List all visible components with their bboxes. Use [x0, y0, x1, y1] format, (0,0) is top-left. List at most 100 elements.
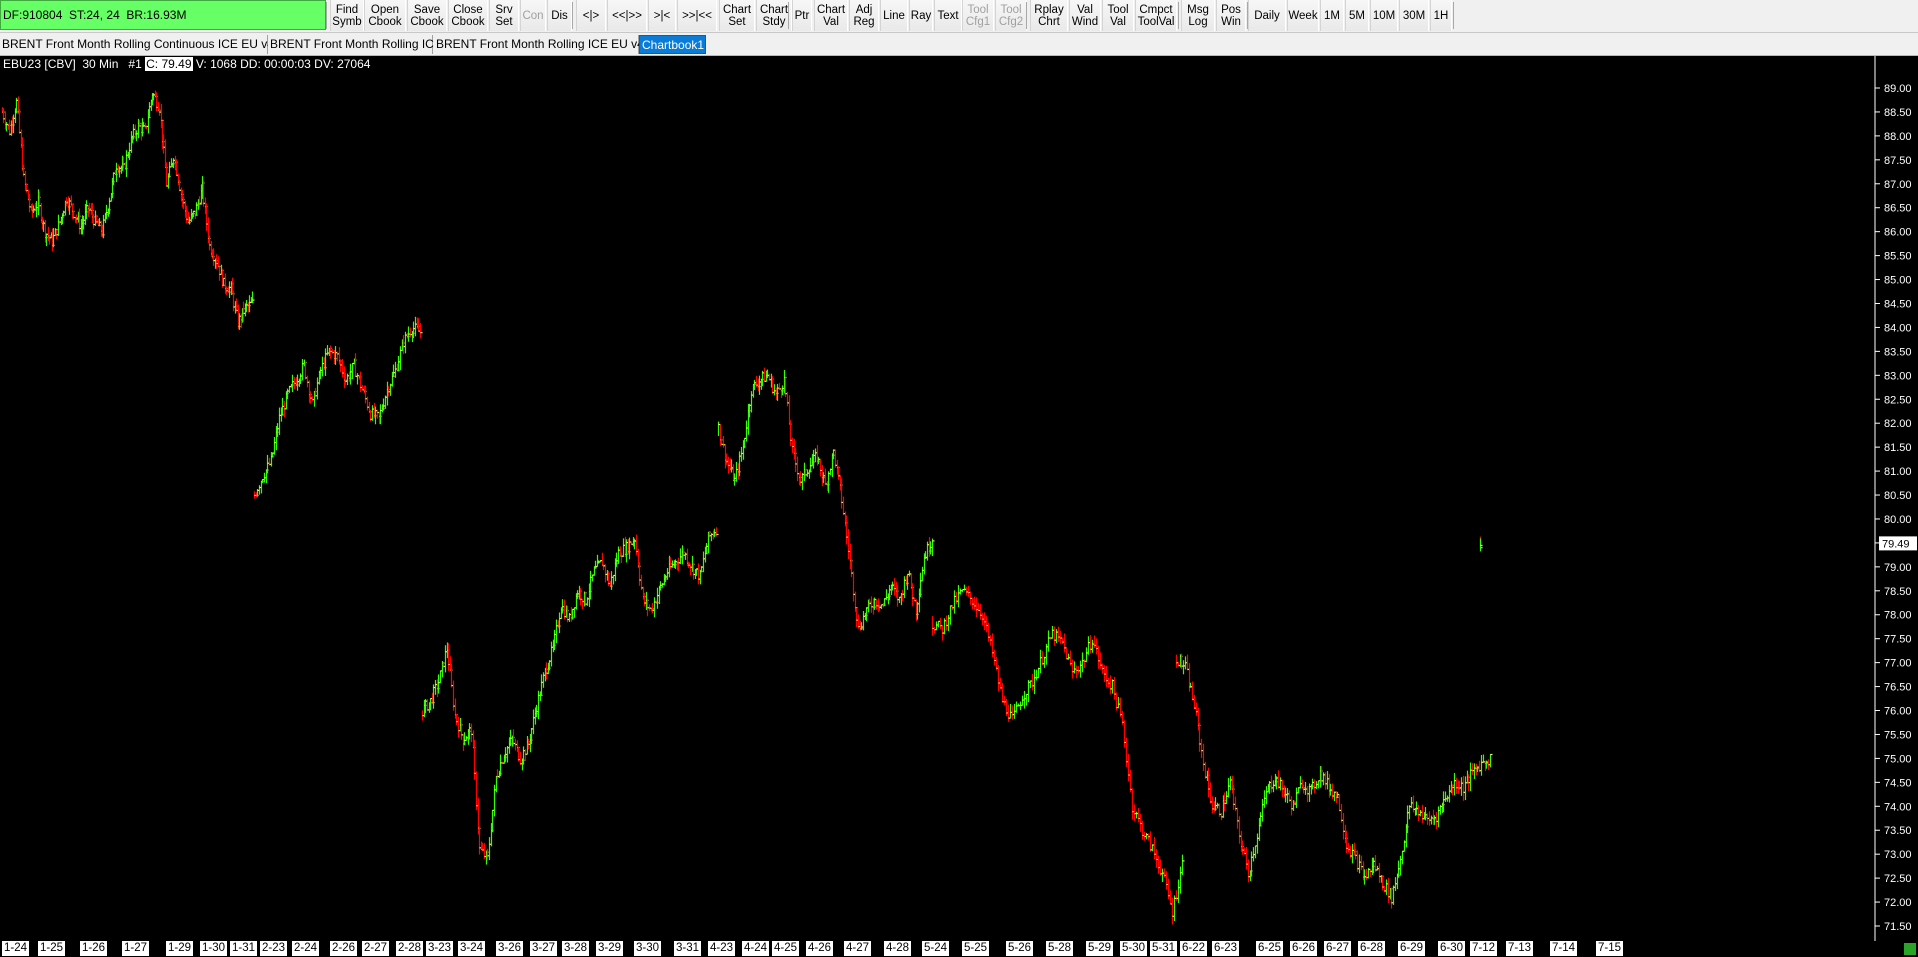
button-label: Win: [1221, 15, 1241, 28]
time-axis-label: 6-26: [1290, 941, 1318, 956]
button-label: 1H: [1433, 9, 1449, 22]
toolbar-separator: [1247, 2, 1248, 29]
adjust-region-button[interactable]: Adj Reg: [849, 0, 879, 31]
time-axis-label: 1-27: [122, 941, 150, 956]
button-label: <<|>>: [612, 9, 642, 22]
time-axis-label: 2-23: [260, 941, 288, 956]
time-axis-label: 6-27: [1324, 941, 1352, 956]
time-axis-label: 6-29: [1398, 941, 1426, 956]
button-label: Msg: [1187, 3, 1209, 16]
replay-chart-button[interactable]: Rplay Chrt: [1030, 0, 1068, 31]
button-label: Cbook: [368, 15, 402, 28]
ray-tool-button[interactable]: Ray: [909, 0, 933, 31]
tool-config-2-button[interactable]: Tool Cfg2: [995, 0, 1027, 31]
price-axis-label: 79.00: [1884, 562, 1912, 574]
connect-button[interactable]: Con: [520, 0, 546, 31]
time-axis-label: 3-30: [634, 941, 662, 956]
tf-week-button[interactable]: Week: [1287, 0, 1319, 31]
tool-values-button[interactable]: Tool Val: [1102, 0, 1134, 31]
price-axis-label: 77.50: [1884, 634, 1912, 646]
price-axis-label: 81.00: [1884, 466, 1912, 478]
last-price-label: 79.49: [1882, 538, 1910, 550]
time-axis-label: 6-22: [1180, 941, 1208, 956]
price-axis-label: 88.00: [1884, 131, 1912, 143]
time-axis-label: 2-28: [396, 941, 424, 956]
chartbook-tab[interactable]: BRENT Front Month Rolling Continuous ICE…: [0, 35, 274, 54]
button-label: Srv: [495, 3, 513, 16]
pointer-button[interactable]: Ptr: [792, 0, 812, 31]
button-label: Save: [413, 3, 441, 16]
price-axis-label: 82.50: [1884, 394, 1912, 406]
toolbar-separator: [572, 2, 573, 29]
time-axis-label: 5-31: [1150, 941, 1178, 956]
price-axis-label: 77.00: [1884, 658, 1912, 670]
button-label: Set: [728, 15, 746, 28]
open-chartbook-button[interactable]: Open Cbook: [364, 0, 406, 31]
message-log-button[interactable]: Msg Log: [1181, 0, 1215, 31]
button-label: >>|<<: [682, 9, 712, 22]
main-toolbar: DF:910804 ST:24, 24 BR:16.93M Find Symb Op…: [0, 0, 1918, 33]
price-axis-label: 87.50: [1884, 155, 1912, 167]
chartbook-tab[interactable]: BRENT Front Month Rolling ICE EU v4: [268, 35, 478, 54]
price-chart[interactable]: 89.00 88.50 88.00 87.50 87.00 86.50 86.00 85.50…: [0, 56, 1918, 941]
button-label: Cfg1: [965, 15, 991, 28]
disconnect-button[interactable]: Dis: [547, 0, 572, 31]
time-axis-label: 3-23: [426, 941, 454, 956]
tool-config-1-button[interactable]: Tool Cfg1: [962, 0, 994, 31]
time-axis-label: 1-25: [38, 941, 66, 956]
toolbar-separator: [1178, 2, 1179, 29]
chartbook-tab[interactable]: Chartbook1: [639, 35, 706, 54]
close-chartbook-button[interactable]: Close Cbook: [448, 0, 488, 31]
tf-1m-button[interactable]: 1M: [1320, 0, 1344, 31]
tf-30m-button[interactable]: 30M: [1399, 0, 1429, 31]
button-label: 30M: [1402, 9, 1426, 22]
tf-5m-button[interactable]: 5M: [1345, 0, 1369, 31]
tf-1h-button[interactable]: 1H: [1430, 0, 1452, 31]
time-axis-label: 4-25: [772, 941, 800, 956]
server-settings-button[interactable]: Srv Set: [489, 0, 519, 31]
positions-window-button[interactable]: Pos Win: [1216, 0, 1246, 31]
button-label: Daily: [1254, 9, 1280, 22]
time-axis-label: 7-13: [1506, 941, 1534, 956]
button-label: Log: [1188, 15, 1208, 28]
scroll-start-button[interactable]: <|>: [576, 0, 606, 31]
button-label: Val: [1110, 15, 1126, 28]
toolbar-separator: [1453, 2, 1454, 29]
button-label: Chart: [816, 3, 846, 16]
toolbar-separator: [326, 2, 327, 29]
tf-daily-button[interactable]: Daily: [1248, 0, 1286, 31]
button-label: Cbook: [410, 15, 444, 28]
button-label: Cfg2: [998, 15, 1024, 28]
button-label: Text: [937, 9, 959, 22]
compact-tool-values-button[interactable]: Cmpct ToolVal: [1135, 0, 1177, 31]
line-tool-button[interactable]: Line: [880, 0, 908, 31]
save-chartbook-button[interactable]: Save Cbook: [407, 0, 447, 31]
chart-settings-button[interactable]: Chart Set: [719, 0, 755, 31]
values-window-button[interactable]: Val Wind: [1069, 0, 1101, 31]
chartbook-tab[interactable]: BRENT Front Month Rolling ICE EU v4: [434, 35, 644, 54]
time-axis-label: 4-24: [742, 941, 770, 956]
time-axis-label: 1-26: [80, 941, 108, 956]
button-label: >|<: [653, 9, 671, 22]
button-label: Val: [1077, 3, 1093, 16]
find-symbol-button[interactable]: Find Symb: [330, 0, 364, 31]
scroll-left-button[interactable]: <<|>>: [607, 0, 647, 31]
tf-10m-button[interactable]: 10M: [1370, 0, 1398, 31]
button-label: Pos: [1221, 3, 1241, 16]
time-axis-label: 6-30: [1438, 941, 1466, 956]
price-axis-label: 72.00: [1884, 897, 1912, 909]
price-axis-label: 75.00: [1884, 753, 1912, 765]
data-feed-status: DF:910804: [3, 8, 63, 22]
button-label: <|>: [582, 9, 600, 22]
chart-values-button[interactable]: Chart Val: [814, 0, 848, 31]
time-axis-label: 2-27: [362, 941, 390, 956]
button-label: Adj: [855, 3, 873, 16]
chart-studies-button[interactable]: Chart Stdy: [756, 0, 792, 31]
time-axis-label: 5-28: [1046, 941, 1074, 956]
text-tool-button[interactable]: Text: [934, 0, 962, 31]
scroll-end-button[interactable]: >|<: [648, 0, 676, 31]
scroll-right-button[interactable]: >>|<<: [677, 0, 717, 31]
time-axis-label: 3-27: [530, 941, 558, 956]
button-label: Set: [495, 15, 513, 28]
button-label: Chart: [759, 3, 789, 16]
